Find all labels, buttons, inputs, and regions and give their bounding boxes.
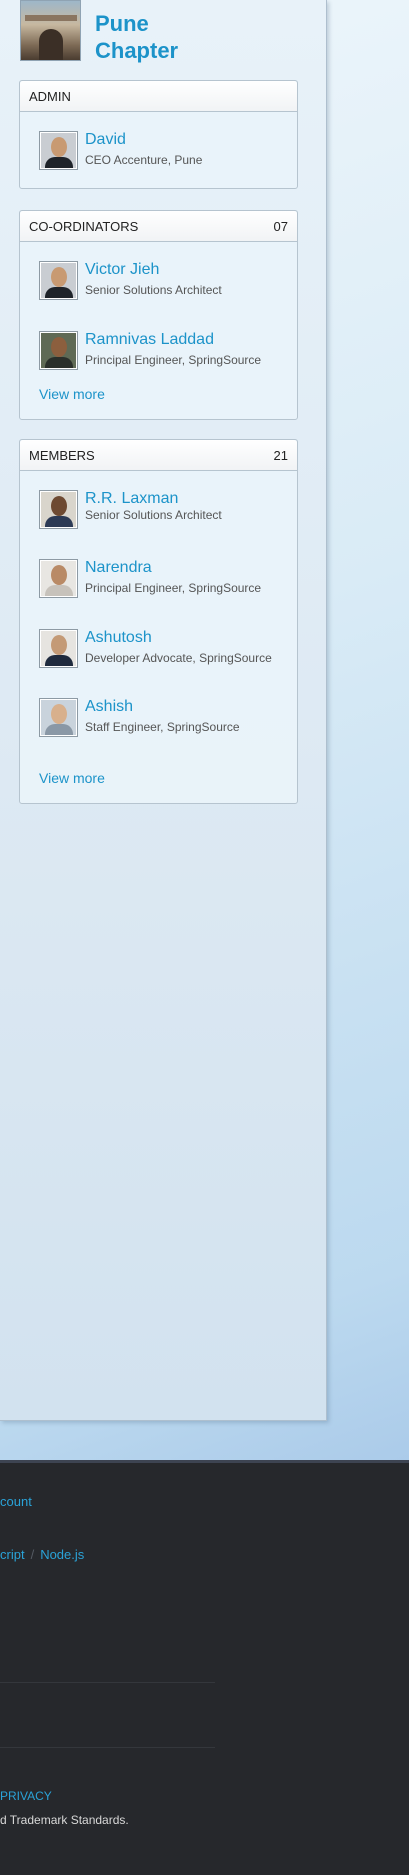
person-name[interactable]: Ashish bbox=[85, 698, 133, 716]
person-title: Principal Engineer, SpringSource bbox=[85, 353, 262, 367]
admin-box-header: ADMIN bbox=[20, 81, 297, 112]
coordinators-count: 07 bbox=[273, 218, 288, 234]
coordinators-view-more-link[interactable]: View more bbox=[39, 386, 105, 402]
members-header-label: MEMBERS bbox=[29, 447, 95, 463]
footer-divider bbox=[0, 1747, 215, 1748]
person-name[interactable]: Victor Jieh bbox=[85, 261, 159, 279]
member-person[interactable]: Ashutosh Developer Advocate, SpringSourc… bbox=[39, 629, 289, 671]
person-title: Senior Solutions Architect bbox=[85, 508, 222, 522]
avatar[interactable] bbox=[39, 490, 78, 529]
footer-separator: / bbox=[30, 1547, 35, 1562]
admin-header-label: ADMIN bbox=[29, 88, 71, 104]
avatar[interactable] bbox=[39, 261, 78, 300]
person-name[interactable]: Narendra bbox=[85, 559, 152, 577]
members-count: 21 bbox=[273, 447, 288, 463]
footer-tech-link[interactable]: Node.js bbox=[40, 1547, 84, 1562]
admin-box: ADMIN David CEO Accenture, Pune bbox=[19, 80, 298, 189]
footer-copyright: d Trademark Standards. bbox=[0, 1813, 129, 1827]
member-person[interactable]: Narendra Principal Engineer, SpringSourc… bbox=[39, 559, 289, 601]
member-person[interactable]: R.R. Laxman Senior Solutions Architect bbox=[39, 490, 289, 532]
avatar[interactable] bbox=[39, 629, 78, 668]
avatar[interactable] bbox=[39, 131, 78, 170]
footer-divider bbox=[0, 1682, 215, 1683]
person-name[interactable]: David bbox=[85, 131, 126, 149]
member-person[interactable]: Ashish Staff Engineer, SpringSource bbox=[39, 698, 289, 740]
person-name[interactable]: Ramnivas Laddad bbox=[85, 331, 214, 349]
coordinator-person[interactable]: Victor Jieh Senior Solutions Architect bbox=[39, 261, 289, 303]
person-title: Principal Engineer, SpringSource bbox=[85, 581, 262, 595]
footer-account-link[interactable]: count bbox=[0, 1494, 32, 1509]
person-title: Senior Solutions Architect bbox=[85, 283, 222, 297]
members-box: MEMBERS 21 R.R. Laxman Senior Solutions … bbox=[19, 439, 298, 804]
person-name[interactable]: R.R. Laxman bbox=[85, 490, 178, 508]
chapter-header: Pune Chapter bbox=[20, 0, 320, 64]
avatar[interactable] bbox=[39, 698, 78, 737]
chapter-title-line2: Chapter bbox=[95, 38, 179, 63]
chapter-title: Pune Chapter bbox=[95, 10, 295, 64]
person-name[interactable]: Ashutosh bbox=[85, 629, 152, 647]
person-title: Developer Advocate, SpringSource bbox=[85, 651, 272, 665]
chapter-image bbox=[20, 0, 81, 61]
person-title: Staff Engineer, SpringSource bbox=[85, 720, 240, 734]
members-box-header: MEMBERS 21 bbox=[20, 440, 297, 471]
avatar[interactable] bbox=[39, 559, 78, 598]
admin-person[interactable]: David CEO Accenture, Pune bbox=[39, 131, 289, 173]
chapter-panel: Pune Chapter ADMIN David CEO Accenture, … bbox=[0, 0, 327, 1421]
footer-privacy-link[interactable]: PRIVACY bbox=[0, 1789, 52, 1803]
chapter-title-line1: Pune bbox=[95, 11, 149, 36]
members-view-more-link[interactable]: View more bbox=[39, 770, 105, 786]
coordinators-header-label: CO-ORDINATORS bbox=[29, 218, 139, 234]
coordinators-box: CO-ORDINATORS 07 Victor Jieh Senior Solu… bbox=[19, 210, 298, 420]
avatar[interactable] bbox=[39, 331, 78, 370]
coordinator-person[interactable]: Ramnivas Laddad Principal Engineer, Spri… bbox=[39, 331, 289, 373]
coordinators-box-header: CO-ORDINATORS 07 bbox=[20, 211, 297, 242]
footer-tech-link[interactable]: cript bbox=[0, 1547, 25, 1562]
site-footer: count cript / Node.js PRIVACY d Trademark … bbox=[0, 1460, 409, 1875]
person-title: CEO Accenture, Pune bbox=[85, 153, 203, 167]
footer-tech-links: cript / Node.js bbox=[0, 1547, 84, 1562]
